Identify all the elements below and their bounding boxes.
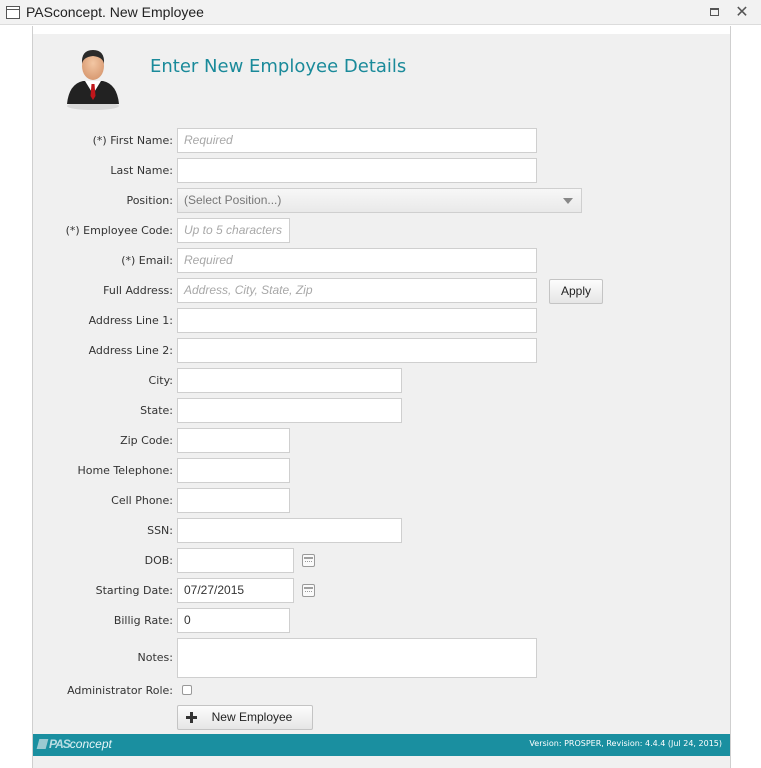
close-icon[interactable]: ✕ — [733, 3, 751, 21]
cell-phone-input[interactable] — [177, 488, 290, 513]
page-title: Enter New Employee Details — [150, 56, 407, 77]
address-line2-label: Address Line 2: — [88, 344, 173, 357]
notes-textarea[interactable] — [177, 638, 537, 678]
form-panel: Enter New Employee Details (*) First Nam… — [32, 26, 731, 768]
city-label: City: — [148, 374, 173, 387]
new-employee-button-label: New Employee — [211, 710, 293, 724]
calendar-icon[interactable] — [302, 584, 315, 597]
cell-phone-label: Cell Phone: — [111, 494, 173, 507]
last-name-label: Last Name: — [110, 164, 173, 177]
plus-icon — [186, 712, 197, 723]
dob-label: DOB: — [144, 554, 173, 567]
maximize-icon[interactable] — [705, 3, 723, 21]
first-name-input[interactable]: Required — [177, 128, 537, 153]
email-input[interactable]: Required — [177, 248, 537, 273]
employee-code-input[interactable]: Up to 5 characters — [177, 218, 290, 243]
state-input[interactable] — [177, 398, 402, 423]
billing-rate-label: Billig Rate: — [113, 614, 173, 627]
notes-label: Notes: — [137, 651, 173, 664]
address-line2-input[interactable] — [177, 338, 537, 363]
ssn-label: SSN: — [147, 524, 173, 537]
top-strip — [33, 26, 730, 34]
city-input[interactable] — [177, 368, 402, 393]
address-line1-label: Address Line 1: — [88, 314, 173, 327]
apply-button[interactable]: Apply — [549, 279, 603, 304]
calendar-icon[interactable] — [302, 554, 315, 567]
full-address-input[interactable]: Address, City, State, Zip — [177, 278, 537, 303]
last-name-input[interactable] — [177, 158, 537, 183]
businessman-avatar-icon — [67, 50, 119, 110]
zip-label: Zip Code: — [120, 434, 173, 447]
starting-date-input[interactable]: 07/27/2015 — [177, 578, 294, 603]
billing-rate-input[interactable]: 0 — [177, 608, 290, 633]
admin-role-checkbox[interactable] — [182, 685, 192, 695]
dob-input[interactable] — [177, 548, 294, 573]
pasconcept-logo: PASconcept — [36, 737, 112, 751]
footer-bar: PASconcept Version: PROSPER, Revision: 4… — [33, 734, 730, 756]
home-phone-input[interactable] — [177, 458, 290, 483]
full-address-label: Full Address: — [103, 284, 173, 297]
state-label: State: — [140, 404, 173, 417]
chevron-down-icon — [563, 198, 573, 204]
address-line1-input[interactable] — [177, 308, 537, 333]
new-employee-button[interactable]: New Employee — [177, 705, 313, 730]
zip-input[interactable] — [177, 428, 290, 453]
employee-code-label: (*) Employee Code: — [65, 224, 173, 237]
starting-date-label: Starting Date: — [95, 584, 173, 597]
admin-role-label: Administrator Role: — [67, 684, 173, 697]
position-select[interactable]: (Select Position...) — [177, 188, 582, 213]
window-title: PASconcept. New Employee — [26, 4, 204, 20]
position-label: Position: — [126, 194, 173, 207]
position-selected: (Select Position...) — [184, 193, 282, 207]
window-icon — [6, 6, 20, 19]
first-name-label: (*) First Name: — [92, 134, 173, 147]
ssn-input[interactable] — [177, 518, 402, 543]
home-phone-label: Home Telephone: — [77, 464, 173, 477]
version-text: Version: PROSPER, Revision: 4.4.4 (Jul 2… — [529, 739, 722, 748]
email-label: (*) Email: — [121, 254, 173, 267]
title-bar: PASconcept. New Employee ✕ — [0, 0, 761, 25]
logo-mark-icon — [36, 739, 49, 749]
